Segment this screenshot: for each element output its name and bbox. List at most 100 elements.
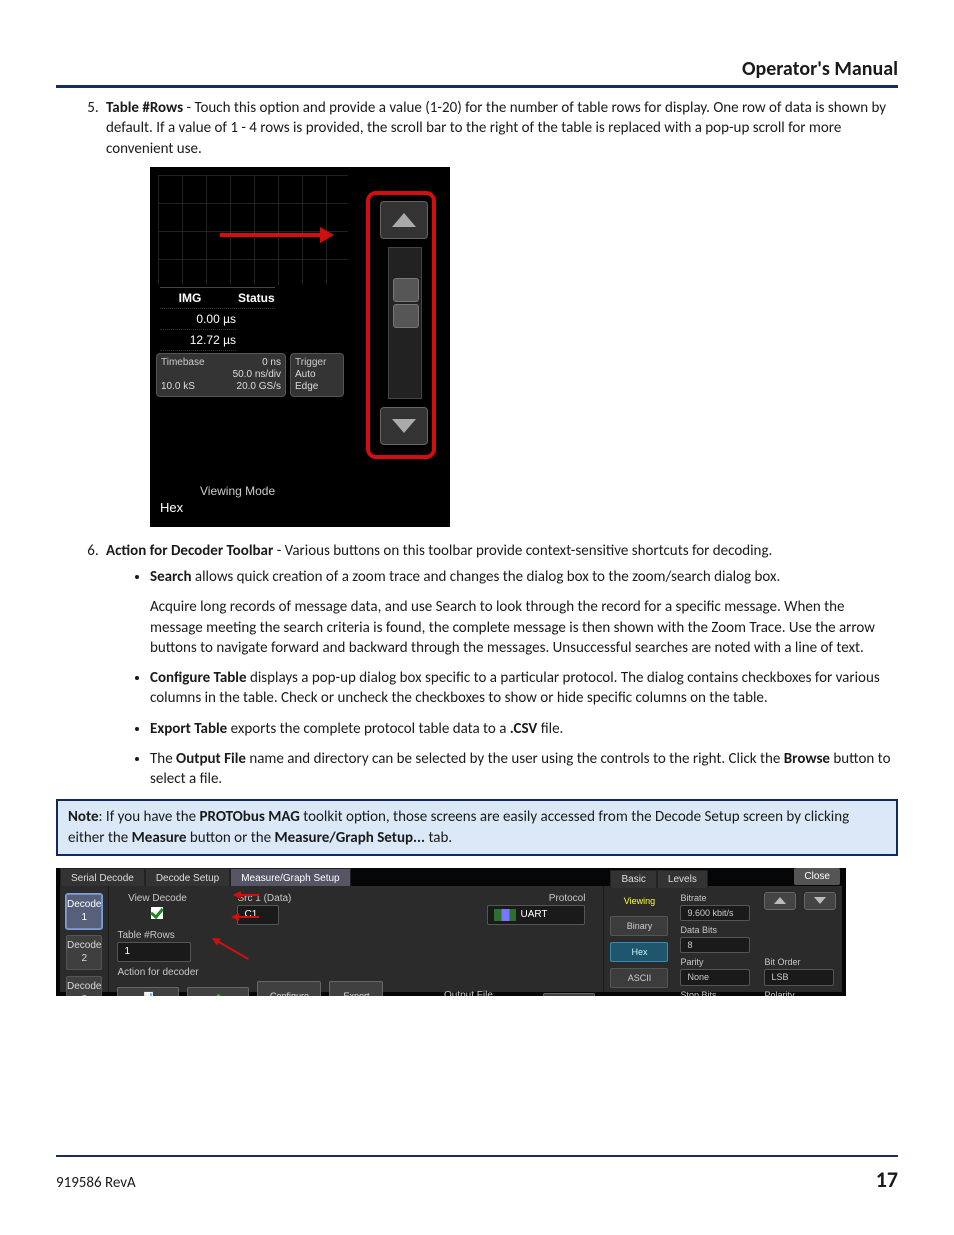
- bullet-configure-label: Configure Table: [150, 669, 247, 687]
- page-footer: 919586 RevA 17: [56, 1155, 898, 1195]
- bullet-search-p1: allows quick creation of a zoom trace an…: [192, 568, 781, 586]
- bullet-output-file: The Output File name and directory can b…: [150, 749, 898, 790]
- timebase-div: 50.0 ns/div: [161, 369, 281, 381]
- csv-label: .CSV: [510, 720, 538, 738]
- bitorder-field[interactable]: LSB: [764, 969, 834, 985]
- databits-label: Data Bits: [680, 924, 717, 936]
- viewing-binary[interactable]: Binary: [610, 916, 668, 936]
- bitrate-spinner: [764, 892, 836, 921]
- output-file-label: Output File: [401, 989, 535, 996]
- table-row: 12.72 µs: [160, 330, 236, 351]
- note-t1: : If you have the: [99, 808, 200, 826]
- timebase-ks: 10.0 kS: [161, 381, 195, 393]
- protocol-settings-panel: Basic Levels Viewing Binary Hex ASCII Bi…: [603, 886, 842, 992]
- scrollbar-thumb[interactable]: [393, 278, 419, 302]
- stopbits-label: Stop Bits: [680, 989, 716, 996]
- triangle-down-icon: [392, 419, 416, 433]
- decode-setup-panel: View Decode Src 1 (Data) C1 Protocol UAR…: [109, 886, 603, 992]
- viewing-mode-label: Viewing Mode: [200, 483, 275, 499]
- spin-down-button[interactable]: [804, 892, 836, 910]
- viewing-mode: Viewing Mode Hex: [160, 483, 275, 517]
- triangle-up-icon: [774, 897, 786, 904]
- spin-up-button[interactable]: [764, 892, 796, 910]
- decode-mini-table: IMGStatus 0.00 µs 12.72 µs: [160, 287, 275, 352]
- page-title: Operator's Manual: [742, 57, 898, 81]
- timebase-box[interactable]: Timebase0 ns 50.0 ns/div 10.0 kS20.0 GS/…: [156, 353, 286, 397]
- footer-page-number: 17: [876, 1165, 898, 1195]
- protocol-label: Protocol: [487, 892, 585, 906]
- item-6: Action for Decoder Toolbar - Various but…: [102, 541, 898, 790]
- measure-button[interactable]: 📊 Measure: [117, 987, 179, 996]
- protocol-icon: [494, 909, 516, 921]
- bullet-output-mid: name and directory can be selected by th…: [246, 750, 784, 768]
- note-t3: button or the: [186, 829, 274, 847]
- bullet-search-p2: Acquire long records of message data, an…: [150, 598, 875, 657]
- viewing-heading: Viewing: [610, 892, 668, 910]
- page-header: Operator's Manual: [56, 56, 898, 88]
- bullet-export-tail: file.: [537, 720, 563, 738]
- timebase-title: Timebase: [161, 357, 205, 369]
- tab-levels[interactable]: Levels: [657, 870, 708, 889]
- bullet-search: Search allows quick creation of a zoom t…: [150, 567, 898, 658]
- triangle-down-icon: [814, 897, 826, 904]
- scrollbar-thumb[interactable]: [393, 304, 419, 328]
- decode-2-button[interactable]: Decode 2: [66, 935, 102, 970]
- item-5: Table #Rows - Touch this option and prov…: [102, 98, 898, 527]
- action-label: Action for decoder: [117, 966, 595, 980]
- decode-1-button[interactable]: Decode 1: [66, 894, 102, 929]
- polarity-label: Polarity: [764, 989, 794, 996]
- bullet-export-label: Export Table: [150, 720, 227, 738]
- protocol-value: UART: [520, 909, 547, 920]
- table-row: 0.00 µs: [160, 309, 236, 330]
- close-button[interactable]: Close: [794, 868, 840, 886]
- footer-rev: 919586 RevA: [56, 1173, 136, 1193]
- bullet-configure-text: displays a pop-up dialog box specific to…: [150, 669, 880, 707]
- scrollbar-track[interactable]: [388, 247, 422, 399]
- browse-word: Browse: [784, 750, 830, 768]
- triangle-up-icon: [392, 213, 416, 227]
- export-table-button[interactable]: Export Table: [329, 981, 383, 996]
- decoder-list: Decode 1 Decode 2 Decode 3 Decode 4: [60, 886, 109, 992]
- databits-field[interactable]: 8: [680, 937, 750, 953]
- timebase-rate: 20.0 GS/s: [237, 381, 281, 393]
- bullet-export: Export Table exports the complete protoc…: [150, 719, 898, 739]
- scope-screenshot-1: IMGStatus 0.00 µs 12.72 µs Timebase0 ns …: [150, 167, 450, 527]
- table-rows-field[interactable]: 1: [117, 942, 191, 962]
- bullet-configure: Configure Table displays a pop-up dialog…: [150, 668, 898, 709]
- trigger-box[interactable]: Trigger Auto Edge: [290, 353, 344, 397]
- item-6-bullets: Search allows quick creation of a zoom t…: [106, 567, 898, 789]
- view-decode-checkbox[interactable]: [151, 907, 163, 919]
- bitorder-label: Bit Order: [764, 956, 800, 968]
- note-box: Note: If you have the PROTObus MAG toolk…: [56, 799, 898, 856]
- note-lead: Note: [68, 808, 99, 826]
- parity-field[interactable]: None: [680, 969, 750, 985]
- red-arrow-icon: [181, 888, 265, 962]
- parity-label: Parity: [680, 956, 703, 968]
- viewing-hex[interactable]: Hex: [610, 942, 668, 962]
- bitrate-label: Bitrate: [680, 892, 706, 904]
- bullet-output-label: Output File: [176, 750, 246, 768]
- viewing-ascii[interactable]: ASCII: [610, 968, 668, 988]
- item-5-text: - Touch this option and provide a value …: [106, 99, 886, 158]
- viewing-mode-value[interactable]: Hex: [160, 499, 275, 517]
- configure-table-button[interactable]: Configure Table...: [257, 981, 321, 996]
- tab-basic[interactable]: Basic: [610, 870, 656, 889]
- bullet-search-label: Search: [150, 568, 192, 586]
- bitrate-field[interactable]: 9.600 kbit/s: [680, 905, 750, 921]
- scroll-down-button[interactable]: [380, 407, 428, 445]
- note-mgs: Measure/Graph Setup...: [274, 829, 425, 847]
- scroll-up-button[interactable]: [380, 201, 428, 239]
- protocol-field[interactable]: UART: [487, 905, 585, 925]
- decode-setup-screenshot: Serial Decode Decode Setup Measure/Graph…: [56, 868, 846, 996]
- note-mag: PROTObus MAG: [200, 808, 300, 826]
- item-6-text: - Various buttons on this toolbar provid…: [273, 542, 772, 560]
- search-button[interactable]: ─◈─ Search: [187, 987, 249, 996]
- figure-scroll: IMGStatus 0.00 µs 12.72 µs Timebase0 ns …: [150, 167, 898, 527]
- bullet-export-text: exports the complete protocol table data…: [227, 720, 510, 738]
- numbered-list: Table #Rows - Touch this option and prov…: [56, 98, 898, 789]
- note-measure: Measure: [132, 829, 187, 847]
- decode-3-button[interactable]: Decode 3: [66, 976, 102, 996]
- browse-button[interactable]: Browse: [543, 993, 595, 995]
- trigger-mode: Auto: [295, 369, 339, 381]
- red-arrow-icon: [220, 233, 330, 237]
